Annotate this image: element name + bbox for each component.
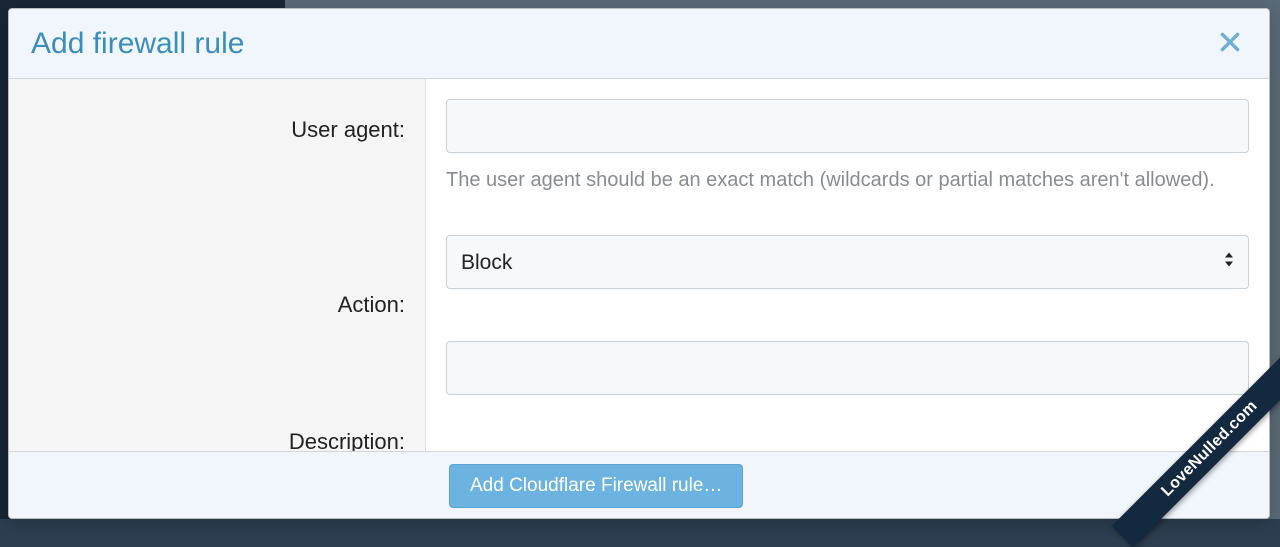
label-column: User agent: Action: Description: Optiona… (9, 79, 426, 451)
modal-body: User agent: Action: Description: Optiona… (9, 79, 1269, 451)
label-row-user-agent: User agent: (9, 109, 405, 244)
action-label: Action: (338, 292, 405, 317)
action-select-wrap: Block (446, 235, 1249, 289)
close-icon (1217, 29, 1243, 58)
add-rule-button[interactable]: Add Cloudflare Firewall rule… (449, 464, 743, 508)
label-row-action: Action: (9, 284, 405, 387)
input-row-action: Block (446, 235, 1249, 289)
add-firewall-rule-modal: Add firewall rule User agent: Action: De… (8, 8, 1270, 519)
user-agent-helper: The user agent should be an exact match … (446, 167, 1249, 193)
user-agent-label: User agent: (291, 117, 405, 142)
input-row-user-agent: The user agent should be an exact match … (446, 99, 1249, 193)
modal-footer: Add Cloudflare Firewall rule… (9, 451, 1269, 518)
input-column: The user agent should be an exact match … (426, 79, 1269, 451)
close-button[interactable] (1213, 25, 1247, 62)
user-agent-input[interactable] (446, 99, 1249, 153)
input-row-description (446, 341, 1249, 395)
modal-header: Add firewall rule (9, 9, 1269, 79)
action-select[interactable]: Block (446, 235, 1249, 289)
description-label: Description: (289, 429, 405, 451)
description-input[interactable] (446, 341, 1249, 395)
label-row-description: Description: Optional (9, 427, 405, 451)
modal-title: Add firewall rule (31, 27, 244, 61)
